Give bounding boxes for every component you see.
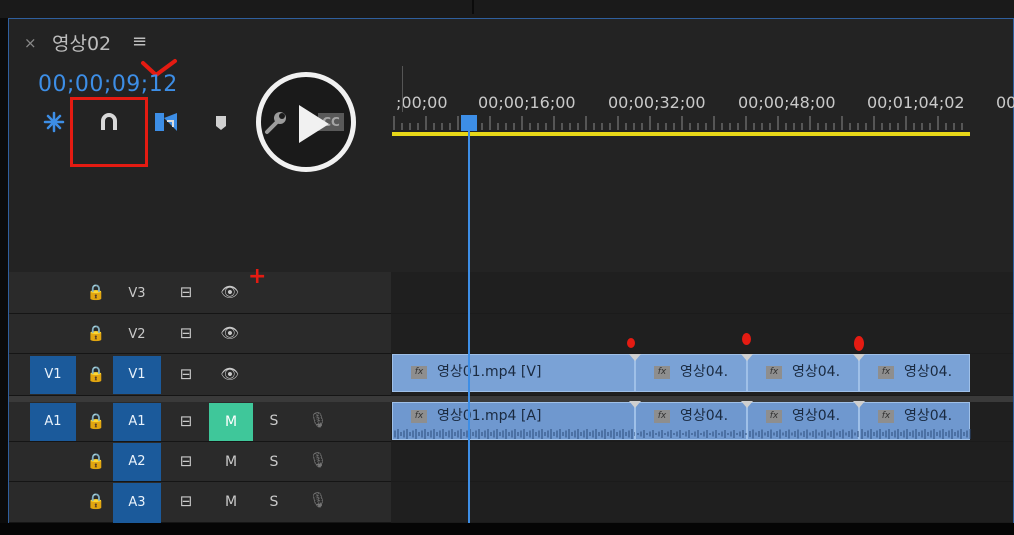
microphone-icon[interactable]: 🎙 xyxy=(308,451,328,469)
track-row-a3 xyxy=(9,482,391,523)
lane-a2 xyxy=(391,442,1013,482)
snap-highlight-box xyxy=(70,97,148,167)
ruler-start-line xyxy=(402,66,403,112)
close-tab-icon[interactable]: × xyxy=(24,34,37,52)
audio-waveform xyxy=(394,429,636,439)
lane-a3 xyxy=(391,482,1013,523)
top-panel-strip xyxy=(0,0,1014,18)
eye-icon[interactable]: 👁 xyxy=(220,283,240,301)
linked-selection-icon[interactable] xyxy=(153,110,177,134)
sequence-tab-title[interactable]: 영상02 xyxy=(52,29,111,56)
lane-v3 xyxy=(391,272,1013,314)
ruler-label: 00;01;04;02 xyxy=(867,93,965,112)
ruler-label: 00;00;32;00 xyxy=(608,93,706,112)
mute-button-a3[interactable]: M xyxy=(222,494,240,510)
red-dot-annotation xyxy=(627,338,635,348)
lock-icon[interactable]: 🔒 xyxy=(86,412,106,430)
track-row-a2 xyxy=(9,442,391,482)
microphone-icon[interactable]: 🎙 xyxy=(308,411,328,429)
fx-badge: fx xyxy=(654,409,670,423)
audio-waveform xyxy=(749,429,859,439)
time-ruler[interactable] xyxy=(392,112,970,132)
track-name-a1[interactable]: A1 xyxy=(113,403,161,441)
fx-badge: fx xyxy=(411,409,427,423)
track-name-a3[interactable]: A3 xyxy=(113,483,161,523)
fx-badge: fx xyxy=(878,409,894,423)
lane-v2 xyxy=(391,314,1013,354)
sync-lock-icon[interactable]: ⊟ xyxy=(176,452,196,470)
source-patch-v1[interactable]: V1 xyxy=(30,356,76,394)
play-button-overlay[interactable] xyxy=(256,72,356,172)
edit-point-markers xyxy=(629,354,865,408)
lock-icon[interactable]: 🔒 xyxy=(86,283,106,301)
track-row-v3 xyxy=(9,272,391,314)
clip-name: 영상04. xyxy=(680,408,729,424)
ruler-label: 00;00;16;00 xyxy=(478,93,576,112)
add-marker-icon[interactable] xyxy=(209,110,233,134)
ruler-label: 00;00;48;00 xyxy=(738,93,836,112)
sync-lock-icon[interactable]: ⊟ xyxy=(176,283,196,301)
eye-icon[interactable]: 👁 xyxy=(220,324,240,342)
sync-lock-icon[interactable]: ⊟ xyxy=(176,324,196,342)
mute-button-a1[interactable]: M xyxy=(209,403,253,441)
panel-menu-icon[interactable]: ≡ xyxy=(132,31,147,52)
playhead-line[interactable] xyxy=(468,128,470,523)
sync-lock-icon[interactable]: ⊟ xyxy=(176,412,196,430)
microphone-icon[interactable]: 🎙 xyxy=(308,491,328,509)
lock-icon[interactable]: 🔒 xyxy=(86,492,106,510)
source-patch-a1[interactable]: A1 xyxy=(30,403,76,441)
clip-name: 영상01.mp4 [A] xyxy=(437,408,542,424)
ruler-label: 00 xyxy=(996,93,1014,112)
clip-name: 영상04. xyxy=(904,408,953,424)
audio-waveform xyxy=(637,430,747,438)
bottom-edge xyxy=(0,523,1014,535)
playhead-timecode[interactable]: 00;00;09;12 xyxy=(38,72,178,97)
lock-icon[interactable]: 🔒 xyxy=(86,365,106,383)
lock-icon[interactable]: 🔒 xyxy=(86,324,106,342)
snap-nested-icon[interactable] xyxy=(42,110,66,134)
eye-icon[interactable]: 👁 xyxy=(220,365,240,383)
track-name-v1[interactable]: V1 xyxy=(113,356,161,394)
fx-badge: fx xyxy=(766,409,782,423)
track-name-v2[interactable]: V2 xyxy=(122,327,152,342)
work-area-bar[interactable] xyxy=(392,132,970,136)
sync-lock-icon[interactable]: ⊟ xyxy=(176,492,196,510)
sync-lock-icon[interactable]: ⊟ xyxy=(176,365,196,383)
solo-button-a3[interactable]: S xyxy=(266,494,282,510)
red-plus-annotation: + xyxy=(248,264,267,289)
play-icon xyxy=(299,105,329,143)
solo-button-a2[interactable]: S xyxy=(266,454,282,470)
mute-button-a2[interactable]: M xyxy=(222,454,240,470)
solo-button-a1[interactable]: S xyxy=(266,413,282,429)
audio-waveform xyxy=(861,429,971,439)
panel-divider xyxy=(472,0,474,14)
lock-icon[interactable]: 🔒 xyxy=(86,452,106,470)
ruler-label: ;00;00 xyxy=(396,93,448,112)
track-name-a2[interactable]: A2 xyxy=(113,443,161,481)
playhead-handle[interactable] xyxy=(461,115,477,131)
track-name-v3[interactable]: V3 xyxy=(122,286,152,301)
red-dot-annotation xyxy=(742,333,751,345)
track-row-v2 xyxy=(9,314,391,354)
clip-name: 영상04. xyxy=(792,408,841,424)
red-dot-annotation xyxy=(854,336,864,351)
